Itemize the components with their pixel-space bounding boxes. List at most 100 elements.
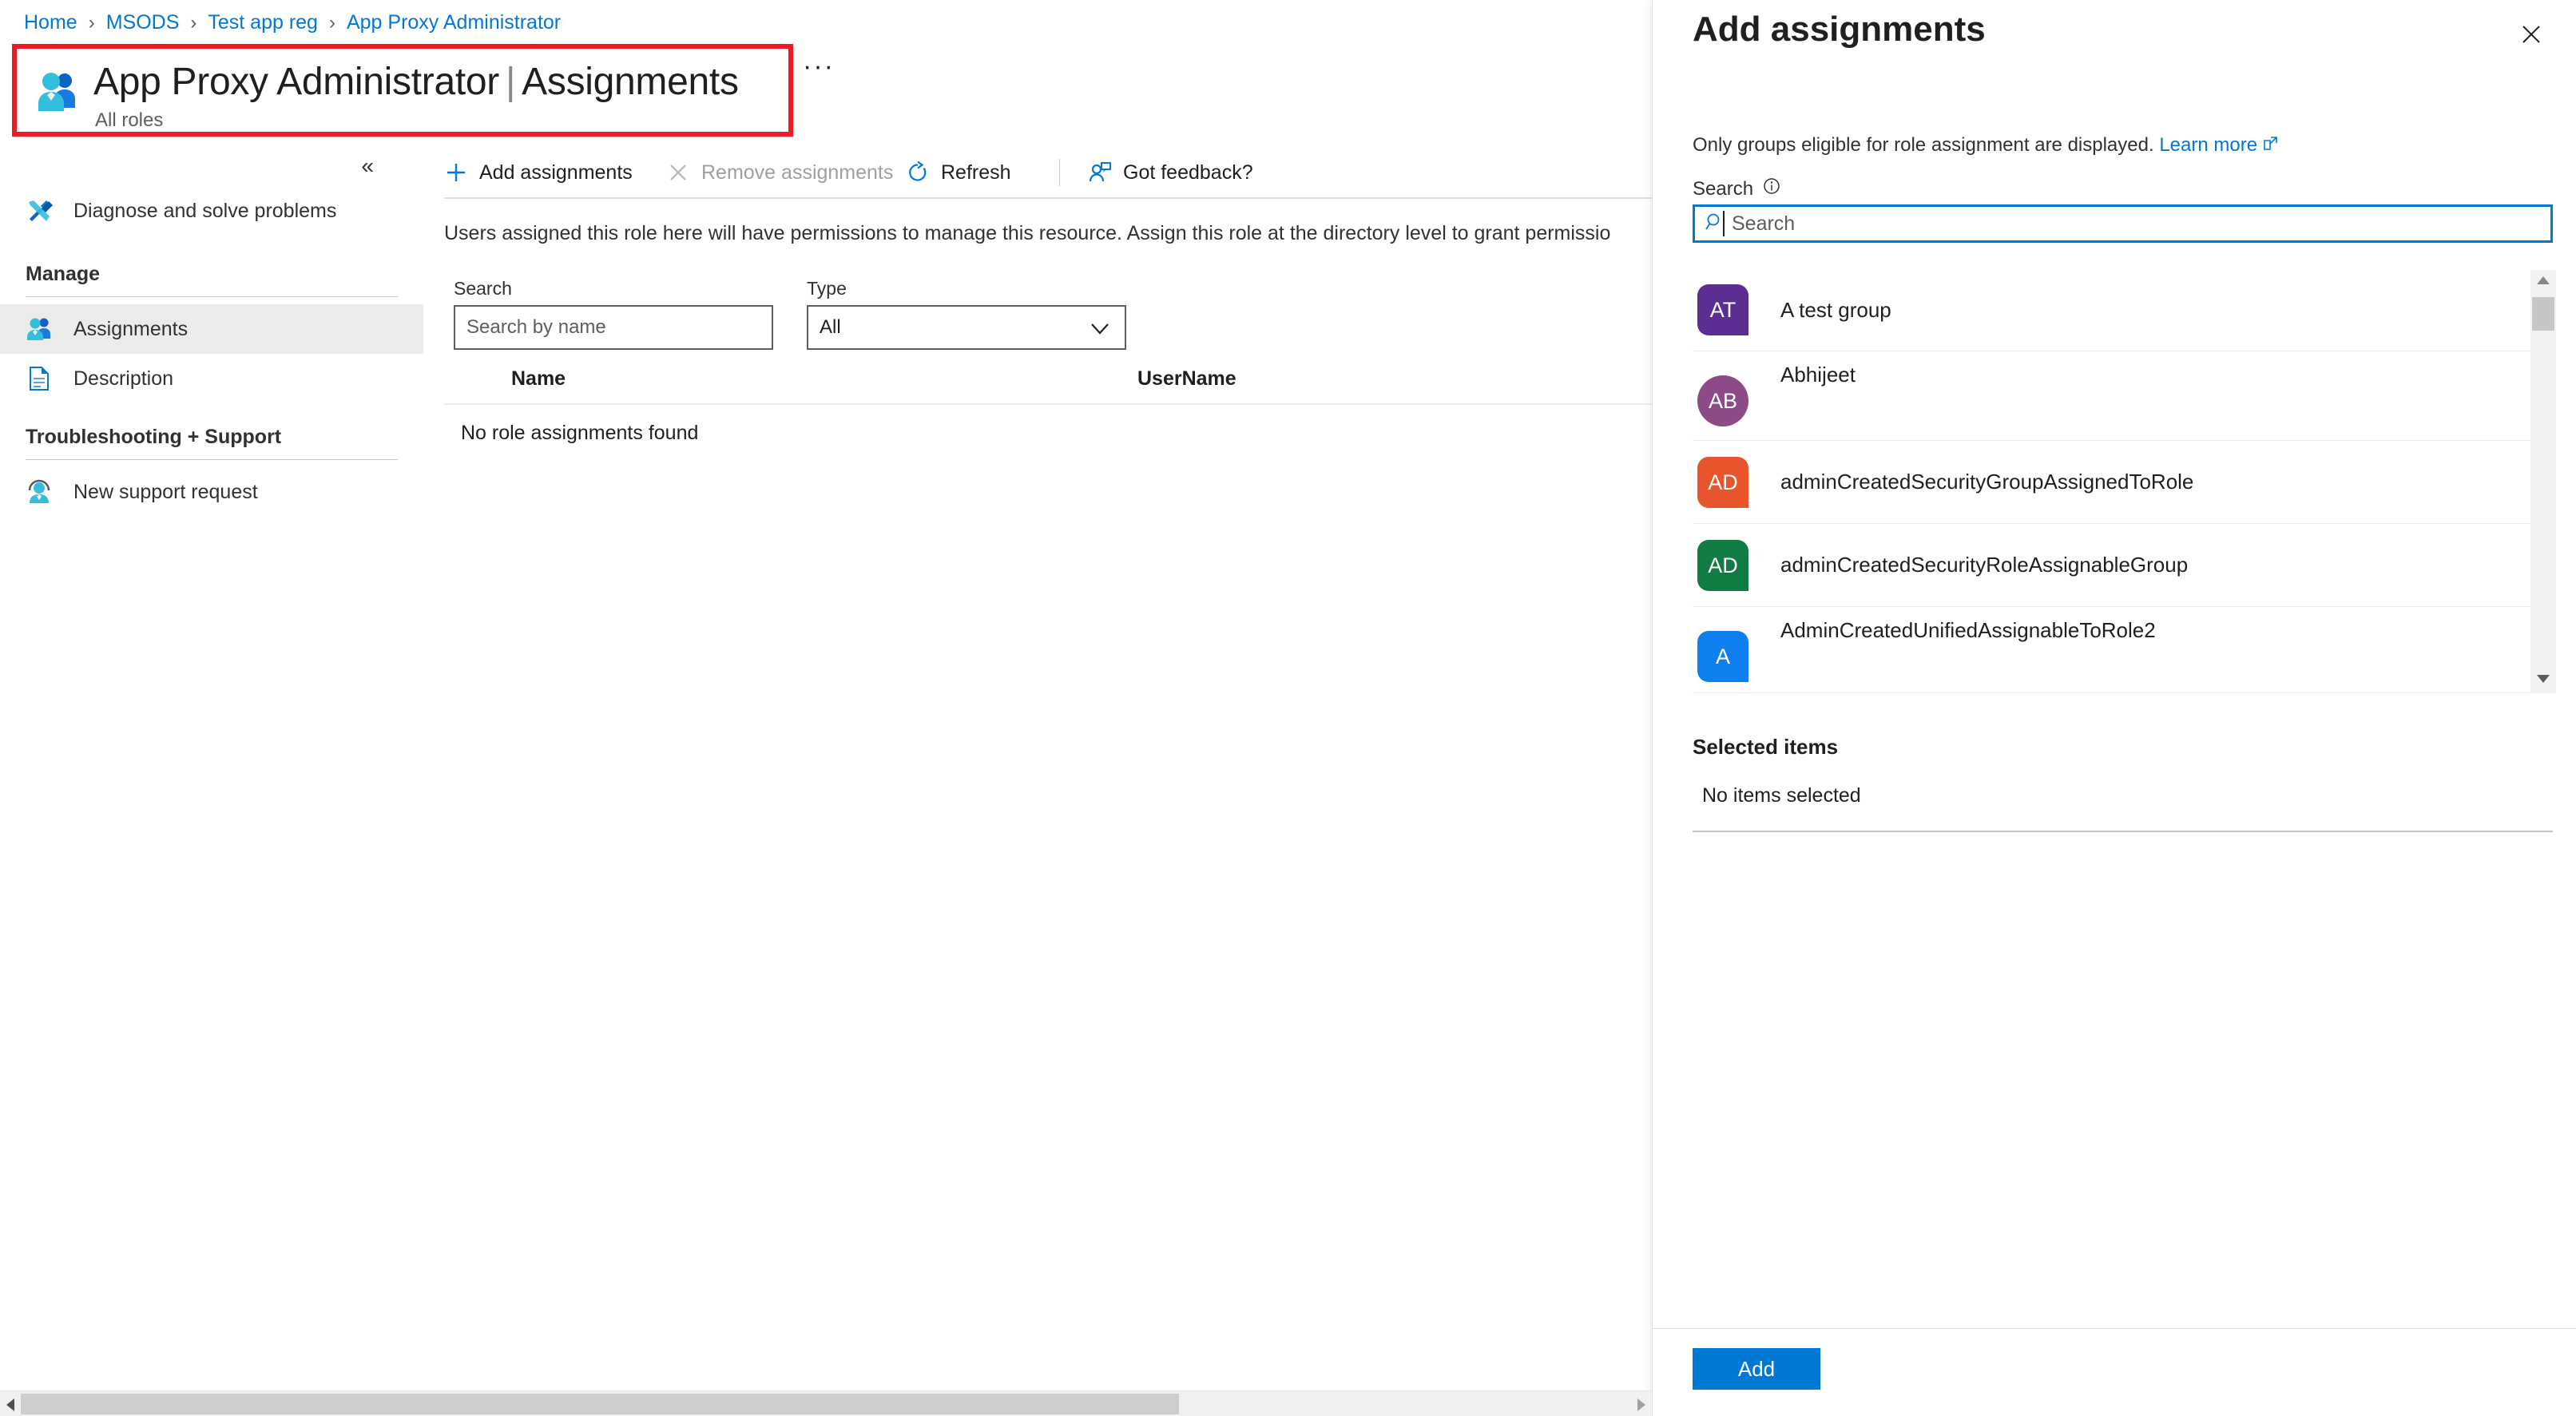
table-empty-message: No role assignments found <box>461 422 699 444</box>
left-sidebar: « Diagnose and solve problems Manage Ass… <box>0 148 423 1364</box>
list-vertical-scrollbar[interactable] <box>2530 270 2556 693</box>
eligible-groups-list[interactable]: AT A test group AB Abhijeet AD adminCrea… <box>1693 270 2530 693</box>
sidebar-item-label: Description <box>73 367 174 390</box>
list-item-label: adminCreatedSecurityRoleAssignableGroup <box>1780 553 2189 577</box>
breadcrumb-item-app-proxy-administrator[interactable]: App Proxy Administrator <box>347 11 561 34</box>
scroll-left-arrow-icon[interactable] <box>5 1398 16 1416</box>
panel-note: Only groups eligible for role assignment… <box>1693 134 2278 157</box>
users-group-icon <box>26 315 53 343</box>
page-title: App Proxy Administrator | Assignments <box>93 60 739 104</box>
list-item[interactable]: AD adminCreatedSecurityRoleAssignableGro… <box>1693 524 2530 607</box>
avatar: A <box>1697 631 1748 682</box>
text-caret <box>1723 211 1725 236</box>
chevron-down-icon <box>1090 319 1110 343</box>
sidebar-group-manage: Manage <box>26 263 101 285</box>
users-group-icon <box>34 68 81 114</box>
horizontal-scrollbar[interactable] <box>0 1390 1652 1416</box>
page-title-annotation-box: App Proxy Administrator | Assignments All … <box>12 44 793 137</box>
got-feedback-button[interactable]: Got feedback? <box>1088 148 1253 197</box>
role-description-text: Users assigned this role here will have … <box>444 222 1611 244</box>
selected-items-title: Selected items <box>1693 735 1839 759</box>
page-subtitle: All roles <box>95 109 164 131</box>
panel-footer: Add <box>1653 1328 2576 1416</box>
sidebar-item-label: Assignments <box>73 317 189 340</box>
type-filter-value: All <box>820 316 841 338</box>
list-item[interactable]: AT A test group <box>1693 270 2530 351</box>
list-item-label: adminCreatedSecurityGroupAssignedToRole <box>1780 470 2194 494</box>
panel-title: Add assignments <box>1693 10 1986 49</box>
breadcrumb-separator-icon: › <box>88 11 95 34</box>
sidebar-item-new-support-request[interactable]: New support request <box>0 467 423 517</box>
info-icon[interactable] <box>1763 177 1780 200</box>
list-item-label: A test group <box>1780 298 1891 322</box>
breadcrumb-separator-icon: › <box>328 11 335 34</box>
command-label: Refresh <box>941 161 1011 184</box>
type-filter-label: Type <box>807 278 847 299</box>
breadcrumb-item-home[interactable]: Home <box>24 11 77 34</box>
list-item[interactable]: AD adminCreatedSecurityGroupAssignedToRo… <box>1693 441 2530 524</box>
command-label: Got feedback? <box>1123 161 1253 184</box>
wrench-screwdriver-icon <box>26 197 53 224</box>
sidebar-item-description[interactable]: Description <box>0 354 423 403</box>
scrollbar-thumb[interactable] <box>21 1394 1179 1414</box>
add-button[interactable]: Add <box>1693 1348 1820 1390</box>
sidebar-item-label: New support request <box>73 480 258 503</box>
list-item[interactable]: A AdminCreatedUnifiedAssignableToRole2 <box>1693 607 2530 693</box>
x-icon <box>666 161 690 184</box>
search-filter-label: Search <box>454 278 512 299</box>
learn-more-link[interactable]: Learn more <box>2159 134 2257 156</box>
sidebar-item-diagnose-and-solve-problems[interactable]: Diagnose and solve problems <box>0 186 423 236</box>
list-item[interactable]: AB Abhijeet <box>1693 351 2530 441</box>
breadcrumb: Home › MSODS › Test app reg › App Proxy … <box>24 11 561 34</box>
scroll-up-arrow-icon[interactable] <box>2535 275 2551 290</box>
panel-search-label-row: Search <box>1693 177 1780 200</box>
breadcrumb-separator-icon: › <box>190 11 197 34</box>
sidebar-item-assignments[interactable]: Assignments <box>0 304 423 354</box>
feedback-person-icon <box>1088 161 1112 184</box>
azure-portal-page: Home › MSODS › Test app reg › App Proxy … <box>0 0 2576 1416</box>
panel-search-box[interactable] <box>1693 204 2553 243</box>
avatar: AD <box>1697 540 1748 591</box>
page-title-main: App Proxy Administrator <box>93 61 499 103</box>
scrollbar-thumb[interactable] <box>2532 297 2554 331</box>
page-title-section: Assignments <box>522 61 739 103</box>
search-input[interactable] <box>454 305 773 350</box>
remove-assignments-button: Remove assignments <box>666 148 893 197</box>
add-assignments-panel: Add assignments Only groups eligible for… <box>1652 0 2576 1416</box>
plus-icon <box>444 161 468 184</box>
breadcrumb-item-msods[interactable]: MSODS <box>106 11 180 34</box>
add-assignments-button[interactable]: Add assignments <box>444 148 633 197</box>
avatar: AD <box>1697 457 1748 508</box>
page-title-divider: | <box>505 61 516 103</box>
collapse-sidebar-button[interactable]: « <box>361 155 374 177</box>
selected-items-divider <box>1693 831 2553 832</box>
command-label: Remove assignments <box>701 161 894 184</box>
person-headset-icon <box>26 478 53 506</box>
table-column-header-name[interactable]: Name <box>511 367 566 391</box>
refresh-button[interactable]: Refresh <box>906 148 1011 197</box>
command-divider <box>1059 159 1060 186</box>
selected-items-empty-message: No items selected <box>1702 784 1861 807</box>
document-icon <box>26 365 53 392</box>
list-item-label: AdminCreatedUnifiedAssignableToRole2 <box>1780 618 2156 642</box>
refresh-icon <box>906 161 930 184</box>
breadcrumb-item-test-app-reg[interactable]: Test app reg <box>208 11 318 34</box>
table-column-header-username[interactable]: UserName <box>1137 367 1236 391</box>
sidebar-divider <box>26 296 398 297</box>
scroll-down-arrow-icon[interactable] <box>2535 673 2551 688</box>
sidebar-divider <box>26 459 398 460</box>
sidebar-item-label: Diagnose and solve problems <box>73 199 337 222</box>
avatar: AT <box>1697 284 1748 335</box>
avatar: AB <box>1697 375 1748 426</box>
type-filter-select[interactable]: All <box>807 305 1126 350</box>
panel-search-label: Search <box>1693 177 1754 200</box>
close-icon[interactable] <box>2514 18 2548 51</box>
command-label: Add assignments <box>479 161 633 184</box>
panel-search-input[interactable] <box>1732 212 2550 236</box>
more-options-button[interactable]: ··· <box>803 53 835 80</box>
panel-note-text: Only groups eligible for role assignment… <box>1693 134 2154 156</box>
scroll-right-arrow-icon[interactable] <box>1636 1398 1647 1416</box>
list-item-label: Abhijeet <box>1780 363 1856 387</box>
external-link-icon <box>2262 135 2278 157</box>
command-bar: Add assignments Remove assignments Refre… <box>444 148 1652 197</box>
